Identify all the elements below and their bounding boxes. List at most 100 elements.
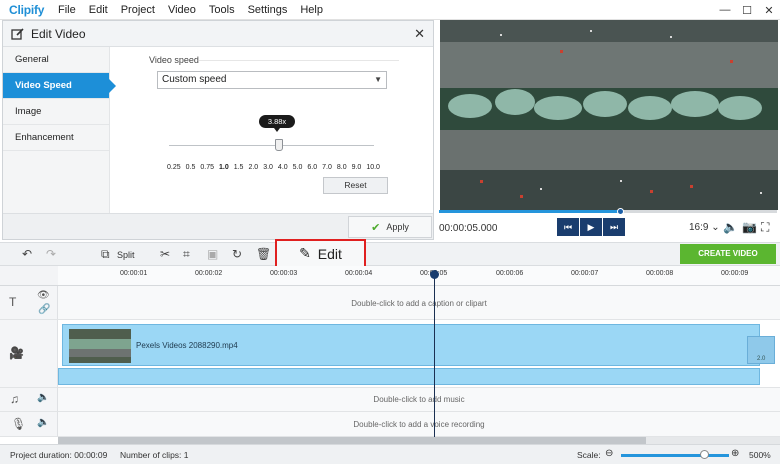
trash-icon[interactable]: 🗑 — [256, 247, 271, 261]
speed-tick: 1.5 — [233, 164, 244, 171]
panel-title: Edit Video — [31, 26, 86, 41]
speed-ticks: 0.25 0.5 0.75 1.0 1.5 2.0 3.0 4.0 5.0 6.… — [167, 164, 385, 171]
preview-frame-image — [440, 20, 778, 210]
camera-icon[interactable]: 📷 — [742, 220, 757, 234]
status-bar: Project duration: 00:00:09 Number of cli… — [0, 444, 780, 464]
caption-track-header: T 👁 🔗 — [0, 286, 58, 320]
video-speed-settings: Video speed Custom speed ▼ 3.88x 0.25 0.… — [111, 47, 433, 213]
create-video-button[interactable]: CREATE VIDEO — [680, 244, 776, 264]
fullscreen-icon[interactable]: ⛶ — [761, 220, 769, 235]
previous-frame-icon[interactable]: ⏮ — [557, 218, 579, 236]
close-icon[interactable]: ✕ — [414, 26, 425, 42]
eye-icon[interactable]: 👁 — [37, 290, 50, 301]
speed-tick: 0.25 — [167, 164, 181, 171]
duplicate-icon[interactable]: ▣ — [207, 247, 218, 261]
zoom-in-icon[interactable]: ⊕ — [731, 448, 739, 459]
next-frame-icon[interactable]: ⏭ — [603, 218, 625, 236]
music-track-header: ♫ 🔈 — [0, 388, 58, 412]
speed-tick: 1.0 — [218, 164, 229, 171]
minimize-icon[interactable]: — — [714, 0, 736, 20]
menu-help[interactable]: Help — [300, 4, 323, 16]
scale-label: Scale: — [577, 450, 601, 460]
maximize-icon[interactable]: ☐ — [736, 0, 758, 20]
ruler-spacer — [0, 266, 58, 286]
close-window-icon[interactable]: ✕ — [758, 0, 780, 20]
speed-tick: 8.0 — [336, 164, 347, 171]
timeline-ruler[interactable]: 00:00:01 00:00:02 00:00:03 00:00:04 00:0… — [58, 266, 780, 286]
crop-icon[interactable]: ⌗ — [183, 247, 190, 262]
scrubber-handle[interactable] — [617, 208, 624, 215]
speed-slider-handle[interactable] — [275, 139, 283, 151]
speed-tick: 5.0 — [292, 164, 303, 171]
video-clip[interactable]: Pexels Videos 2088290.mp4 — [62, 324, 760, 366]
menu-tools[interactable]: Tools — [209, 4, 235, 16]
speed-preset-select[interactable]: Custom speed ▼ — [157, 71, 387, 89]
speed-tick: 2.0 — [248, 164, 259, 171]
menu-video[interactable]: Video — [168, 4, 196, 16]
link-icon[interactable]: 🔗 — [38, 304, 50, 315]
speaker-icon[interactable]: 🔈 — [37, 392, 49, 403]
scale-slider-handle[interactable] — [700, 450, 709, 459]
menu-edit[interactable]: Edit — [89, 4, 108, 16]
apply-label: Apply — [386, 222, 409, 232]
scale-slider[interactable] — [621, 454, 729, 457]
speaker-icon[interactable]: 🔈 — [37, 417, 49, 428]
speed-tick: 3.0 — [263, 164, 273, 171]
rotate-icon[interactable]: ↻ — [232, 247, 242, 261]
speed-slider-track[interactable] — [169, 145, 374, 146]
aspect-ratio-value: 16:9 — [689, 222, 709, 233]
timecode: 00:00:08 — [646, 270, 674, 277]
window-controls: — ☐ ✕ — [714, 0, 780, 20]
menu-project[interactable]: Project — [121, 4, 155, 16]
undo-icon[interactable]: ↶ — [22, 247, 32, 261]
clip-thumbnail-image — [69, 329, 131, 363]
preview-scrubber[interactable] — [439, 210, 777, 213]
reset-button[interactable]: Reset — [323, 177, 388, 194]
edit-label: Edit — [317, 245, 342, 262]
text-icon: T — [9, 295, 17, 309]
timecode: 00:00:02 — [195, 270, 223, 277]
timecode: 00:00:04 — [345, 270, 373, 277]
playhead-line[interactable] — [434, 276, 435, 438]
scrollbar-thumb[interactable] — [58, 437, 646, 444]
transition-thumbnail[interactable]: 2.0 — [747, 336, 775, 364]
edit-icon: ✎ — [299, 245, 311, 261]
edit-button[interactable]: ✎ Edit — [275, 239, 366, 268]
timecode: 00:00:03 — [270, 270, 298, 277]
edit-video-panel: Edit Video ✕ General Video Speed Image E… — [2, 20, 434, 240]
clip-audio-strip[interactable] — [58, 368, 760, 385]
video-preview[interactable] — [440, 20, 778, 210]
zoom-level: 500% — [749, 450, 771, 460]
timecode: 00:00:01 — [120, 270, 148, 277]
aspect-ratio-select[interactable]: 16:9 ⌄ — [689, 222, 720, 233]
music-track[interactable]: Double-click to add music — [58, 388, 780, 412]
speed-tooltip: 3.88x — [259, 115, 295, 132]
volume-icon[interactable]: 🔈 — [723, 220, 738, 234]
cut-icon[interactable]: ✂ — [160, 247, 170, 261]
caption-track[interactable]: Double-click to add a caption or clipart — [58, 286, 780, 320]
apply-button[interactable]: ✔ Apply — [348, 216, 432, 238]
tab-enhancement[interactable]: Enhancement — [3, 125, 109, 151]
menu-file[interactable]: File — [58, 4, 76, 16]
clip-name: Pexels Videos 2088290.mp4 — [136, 341, 238, 350]
speed-tick: 10.0 — [366, 164, 380, 171]
zoom-out-icon[interactable]: ⊖ — [605, 448, 613, 459]
playhead-handle[interactable] — [430, 270, 439, 279]
speed-tick: 4.0 — [277, 164, 288, 171]
voice-track[interactable]: Double-click to add a voice recording — [58, 412, 780, 437]
edit-icon — [11, 27, 24, 40]
play-icon[interactable]: ▶ — [580, 218, 602, 236]
timecode: 00:00:09 — [721, 270, 749, 277]
music-hint: Double-click to add music — [373, 395, 465, 404]
split-label[interactable]: Split — [117, 250, 135, 260]
timeline-scrollbar[interactable] — [58, 437, 780, 444]
menu-settings[interactable]: Settings — [248, 4, 288, 16]
voice-hint: Double-click to add a voice recording — [353, 420, 485, 429]
split-icon[interactable]: ⧉ — [101, 247, 110, 262]
tab-video-speed[interactable]: Video Speed — [3, 73, 116, 99]
tab-image[interactable]: Image — [3, 99, 109, 125]
timecode: 00:00:06 — [496, 270, 524, 277]
tab-general[interactable]: General — [3, 47, 109, 73]
clip-thumbnail — [69, 329, 131, 363]
redo-icon[interactable]: ↷ — [46, 247, 56, 261]
